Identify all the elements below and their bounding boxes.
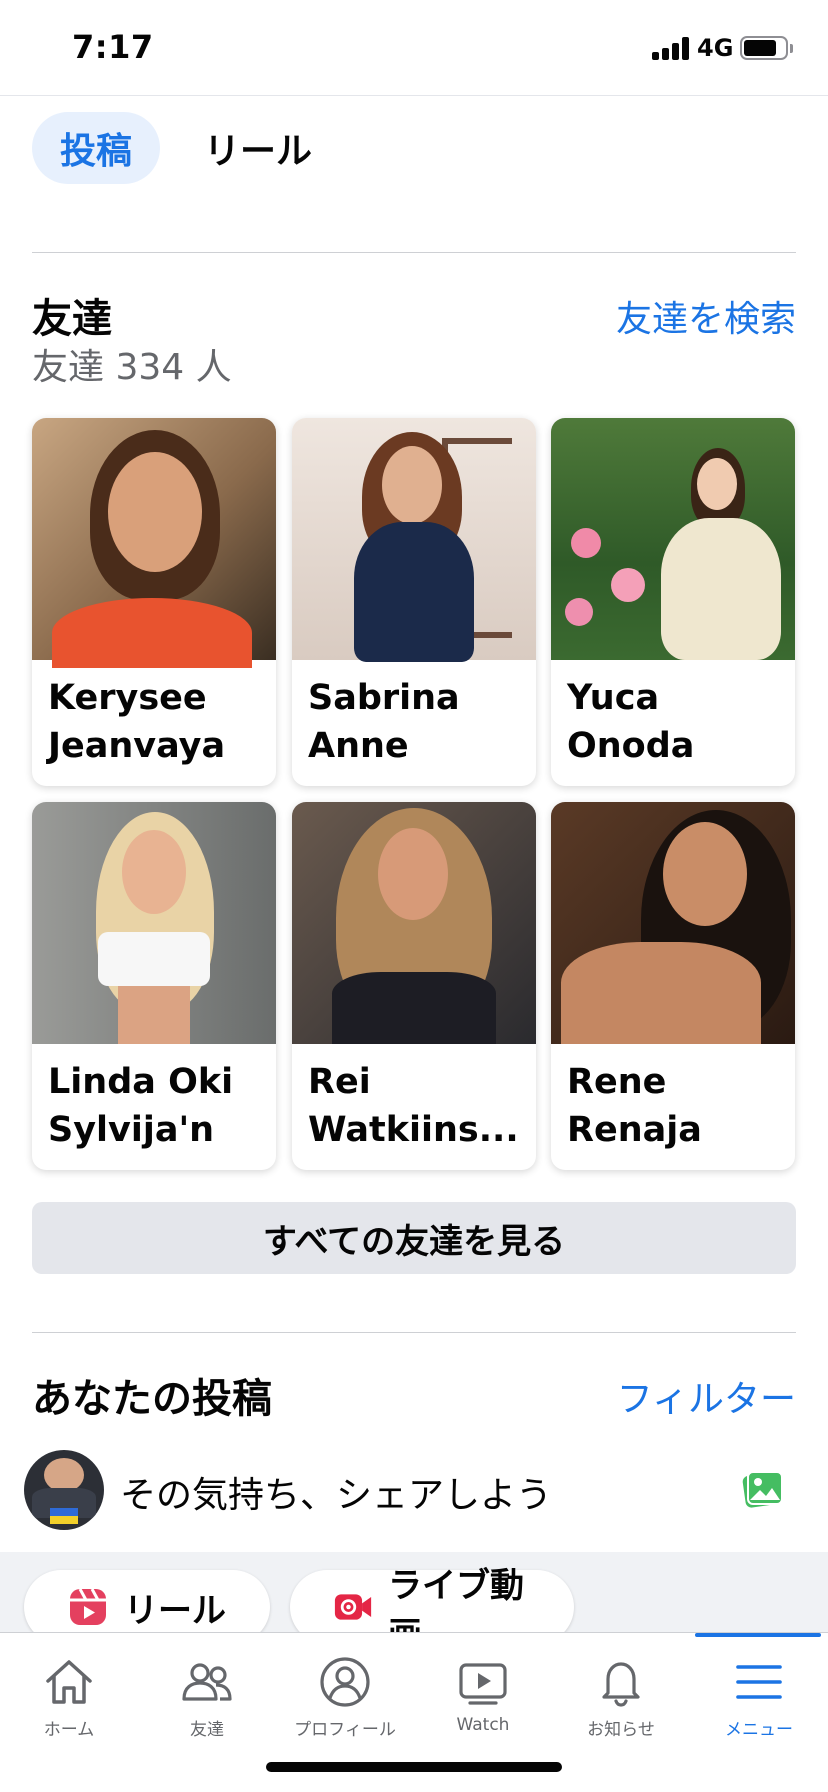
- battery-icon: [740, 36, 793, 60]
- nav-label: メニュー: [725, 1720, 793, 1740]
- nav-profile[interactable]: プロフィール: [276, 1633, 414, 1753]
- friend-card[interactable]: Rei Watkiins...: [292, 802, 536, 1170]
- friend-photo: [551, 418, 795, 660]
- profile-tabs: 投稿 リール: [32, 112, 340, 184]
- nav-label: Watch: [456, 1715, 510, 1735]
- nav-label: ホーム: [43, 1720, 95, 1740]
- friend-name: Kerysee Jeanvaya: [48, 678, 226, 766]
- friend-card[interactable]: Linda Oki Sylvija'n: [32, 802, 276, 1170]
- watch-icon: [459, 1663, 507, 1705]
- friend-card[interactable]: Rene Renaja: [551, 802, 795, 1170]
- status-time: 7:17: [72, 28, 154, 66]
- find-friends-link[interactable]: 友達を検索: [616, 290, 796, 342]
- composer-input[interactable]: その気持ち、シェアしよう: [120, 1466, 552, 1518]
- friend-card[interactable]: Yuca Onoda: [551, 418, 795, 786]
- friend-name: Yuca Onoda: [567, 678, 695, 766]
- bell-icon: [602, 1662, 640, 1707]
- friends-icon: [182, 1663, 232, 1701]
- friend-photo: [551, 802, 795, 1044]
- nav-watch[interactable]: Watch: [414, 1633, 552, 1753]
- tab-reels[interactable]: リール: [176, 112, 340, 184]
- friend-photo: [292, 802, 536, 1044]
- friend-card[interactable]: Sabrina Anne: [292, 418, 536, 786]
- friend-photo: [32, 418, 276, 668]
- home-indicator: [266, 1762, 562, 1772]
- see-all-friends-button[interactable]: すべての友達を見る: [32, 1202, 796, 1274]
- nav-label: 友達: [190, 1720, 224, 1740]
- home-icon: [46, 1660, 92, 1704]
- friend-name: Rei Watkiins...: [308, 1062, 519, 1150]
- menu-icon: [736, 1665, 782, 1699]
- friend-name: Rene Renaja: [567, 1062, 702, 1150]
- profile-icon: [320, 1657, 370, 1707]
- live-video-icon: [334, 1594, 372, 1620]
- nav-friends[interactable]: 友達: [138, 1633, 276, 1753]
- filter-link[interactable]: フィルター: [617, 1370, 796, 1422]
- nav-home[interactable]: ホーム: [0, 1633, 138, 1753]
- your-posts-title: あなたの投稿: [32, 1376, 272, 1422]
- friend-card[interactable]: Kerysee Jeanvaya: [32, 418, 276, 786]
- friend-name: Sabrina Anne: [308, 678, 460, 766]
- divider: [32, 252, 796, 253]
- friend-count: 友達 334 人: [32, 347, 232, 388]
- friend-photo: [32, 802, 276, 1044]
- friend-name: Linda Oki Sylvija'n: [48, 1062, 234, 1150]
- status-bar: 7:17 4G: [0, 0, 828, 96]
- reels-label: リール: [124, 1590, 226, 1631]
- divider: [32, 1332, 796, 1333]
- friend-photo: [292, 418, 536, 662]
- avatar[interactable]: [24, 1450, 104, 1530]
- friends-title: 友達: [32, 296, 112, 342]
- nav-menu[interactable]: メニュー: [690, 1633, 828, 1753]
- nav-label: プロフィール: [294, 1720, 396, 1740]
- signal-icon: [652, 36, 690, 60]
- photo-icon[interactable]: [742, 1468, 784, 1510]
- tab-posts[interactable]: 投稿: [32, 112, 161, 184]
- network-type: 4G: [697, 34, 734, 62]
- nav-notifications[interactable]: お知らせ: [552, 1633, 690, 1753]
- nav-label: お知らせ: [587, 1720, 655, 1740]
- reels-icon: [70, 1588, 106, 1625]
